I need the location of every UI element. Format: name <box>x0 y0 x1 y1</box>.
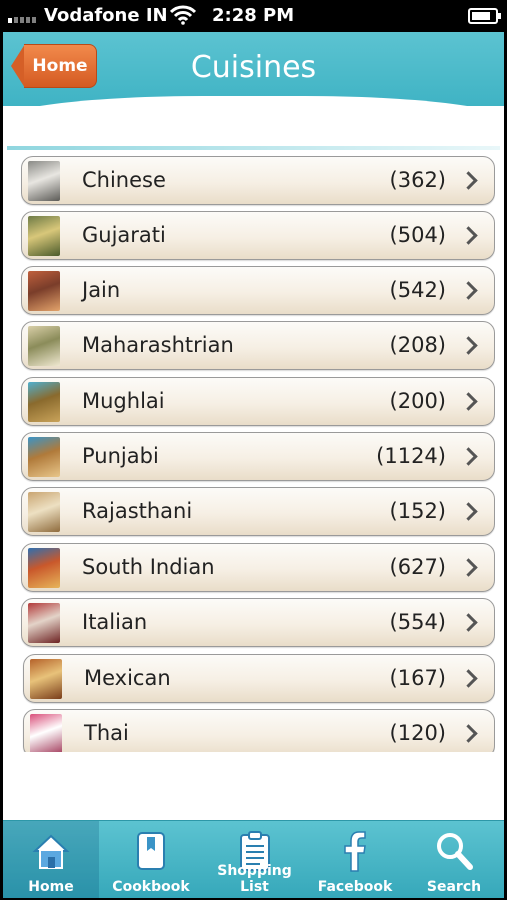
cuisine-name: Mexican <box>84 666 171 690</box>
chevron-right-icon <box>460 281 480 301</box>
content-divider <box>7 146 500 150</box>
chevron-right-icon <box>460 669 480 689</box>
recipe-count: (362) <box>389 168 446 192</box>
chevron-right-icon <box>460 336 480 356</box>
home-icon <box>29 829 73 873</box>
tab-home[interactable]: Home <box>3 821 99 898</box>
cuisine-row-south-indian[interactable]: South Indian (627) <box>21 543 495 592</box>
cuisine-name: Chinese <box>82 168 166 192</box>
cuisine-name: Thai <box>84 721 129 745</box>
cuisine-name: Italian <box>82 610 148 634</box>
chevron-right-icon <box>460 171 480 191</box>
cuisine-thumbnail <box>28 603 60 643</box>
cuisine-row-rajasthani[interactable]: Rajasthani (152) <box>21 487 495 536</box>
cuisine-name: Gujarati <box>82 223 166 247</box>
signal-strength-icon <box>8 9 42 23</box>
cuisine-row-mexican[interactable]: Mexican (167) <box>23 654 495 703</box>
cuisine-list: Chinese (362) Gujarati (504) Jain (542) Mahara… <box>21 156 495 752</box>
facebook-icon <box>333 829 377 873</box>
recipe-count: (504) <box>389 223 446 247</box>
cuisine-name: Punjabi <box>82 444 159 468</box>
cuisine-thumbnail <box>30 714 62 752</box>
tab-shopping-list[interactable]: Shopping List <box>203 821 306 898</box>
cuisine-thumbnail <box>28 161 60 201</box>
recipe-count: (167) <box>389 666 446 690</box>
tab-label: Shopping List <box>217 863 292 895</box>
cuisine-thumbnail <box>28 382 60 422</box>
tab-cookbook[interactable]: Cookbook <box>99 821 203 898</box>
cuisine-thumbnail <box>28 492 60 532</box>
cuisine-name: South Indian <box>82 555 215 579</box>
cuisine-row-gujarati[interactable]: Gujarati (504) <box>21 211 495 260</box>
cuisine-row-jain[interactable]: Jain (542) <box>21 266 495 315</box>
cuisine-name: Jain <box>82 278 121 302</box>
nav-header: Home Cuisines <box>3 32 504 106</box>
cuisine-row-mughlai[interactable]: Mughlai (200) <box>21 377 495 426</box>
chevron-right-icon <box>460 392 480 412</box>
cuisine-thumbnail <box>28 216 60 256</box>
status-bar: Vodafone IN 2:28 PM <box>0 0 507 32</box>
wifi-icon <box>170 5 196 25</box>
tab-search[interactable]: Search <box>404 821 504 898</box>
app-screen: Home Cuisines Chinese (362) Gujarati (504) J… <box>3 32 504 898</box>
tab-label: Home <box>28 879 74 895</box>
cuisine-thumbnail <box>28 548 60 588</box>
recipe-count: (554) <box>389 610 446 634</box>
cuisine-thumbnail <box>28 271 60 311</box>
search-icon <box>432 829 476 873</box>
chevron-right-icon <box>460 502 480 522</box>
tab-bar: Home Cookbook Shopping List Facebook Search <box>3 820 504 898</box>
tab-label: Search <box>426 879 482 895</box>
page-title: Cuisines <box>190 50 317 85</box>
cuisine-row-maharashtrian[interactable]: Maharashtrian (208) <box>21 321 495 370</box>
chevron-right-icon <box>460 226 480 246</box>
cuisine-thumbnail <box>28 326 60 366</box>
tab-facebook[interactable]: Facebook <box>306 821 404 898</box>
recipe-count: (200) <box>389 389 446 413</box>
clock-time: 2:28 PM <box>212 5 295 26</box>
tab-label: Facebook <box>317 879 393 895</box>
tab-label: Cookbook <box>112 879 190 895</box>
recipe-count: (627) <box>389 555 446 579</box>
recipe-count: (208) <box>389 333 446 357</box>
cuisine-name: Maharashtrian <box>82 333 234 357</box>
recipe-count: (120) <box>389 721 446 745</box>
chevron-right-icon <box>460 558 480 578</box>
chevron-right-icon <box>460 613 480 633</box>
chevron-right-icon <box>460 724 480 744</box>
cuisine-row-chinese[interactable]: Chinese (362) <box>21 156 495 205</box>
recipe-count: (1124) <box>376 444 446 468</box>
cuisine-thumbnail <box>30 659 62 699</box>
cuisine-name: Mughlai <box>82 389 165 413</box>
chevron-right-icon <box>460 447 480 467</box>
cookbook-icon <box>129 829 173 873</box>
recipe-count: (542) <box>389 278 446 302</box>
cuisine-row-italian[interactable]: Italian (554) <box>21 598 495 647</box>
cuisine-row-thai[interactable]: Thai (120) <box>23 709 495 752</box>
carrier-name: Vodafone IN <box>44 5 168 26</box>
cuisine-name: Rajasthani <box>82 499 193 523</box>
cuisine-thumbnail <box>28 437 60 477</box>
cuisine-row-punjabi[interactable]: Punjabi (1124) <box>21 432 495 481</box>
battery-icon <box>468 8 501 24</box>
recipe-count: (152) <box>389 499 446 523</box>
